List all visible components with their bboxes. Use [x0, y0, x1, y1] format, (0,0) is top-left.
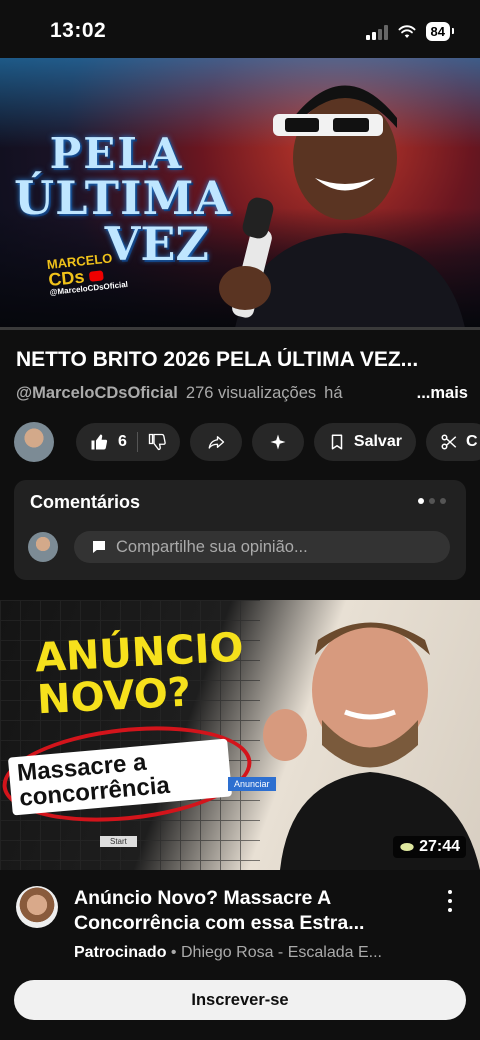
video-duration: 27:44	[393, 836, 466, 858]
wifi-icon	[398, 24, 416, 38]
view-count: 276 visualizações	[185, 384, 317, 402]
ad-thumbnail-button: Anunciar	[228, 777, 276, 791]
clock: 13:02	[50, 19, 107, 42]
battery-indicator: 84	[425, 22, 455, 41]
comments-pager-dots	[418, 498, 446, 504]
status-bar: 13:02 84	[0, 0, 480, 58]
comment-input[interactable]: Compartilhe sua opinião...	[74, 531, 450, 563]
action-row: 6 Salvar C	[14, 422, 480, 462]
ad-title[interactable]: Anúncio Novo? Massacre A Concorrência co…	[74, 886, 414, 937]
comments-heading: Comentários	[30, 492, 141, 512]
save-label: Salvar	[353, 433, 402, 450]
video-meta[interactable]: @MarceloCDsOficial 276 visualizações há …	[16, 384, 468, 403]
more-options-icon[interactable]	[446, 890, 454, 912]
status-icons: 84	[365, 22, 455, 41]
advertiser-avatar[interactable]	[16, 886, 58, 928]
art-line-2: ÚLTIMA	[14, 171, 232, 225]
meta-separator: •	[170, 944, 177, 961]
ad-info-row[interactable]: Anúncio Novo? Massacre A Concorrência co…	[0, 880, 480, 976]
advertiser-name: Dhiego Rosa - Escalada E...	[180, 944, 382, 961]
video-title[interactable]: NETTO BRITO 2026 PELA ÚLTIMA VEZ...	[16, 348, 468, 372]
ad-headline: ANÚNCIO NOVO?	[34, 625, 247, 724]
user-avatar	[28, 532, 58, 562]
comment-placeholder: Compartilhe sua opinião...	[116, 537, 308, 556]
sponsored-label: Patrocinado	[74, 944, 167, 961]
offline-download-icon	[400, 843, 414, 851]
thumbs-up-icon[interactable]	[90, 433, 108, 451]
ad-start-button-graphic: Start	[100, 836, 137, 847]
channel-handle[interactable]: @MarceloCDsOficial	[16, 384, 178, 403]
clip-button[interactable]: C	[425, 423, 480, 461]
art-line-1: PELA	[49, 129, 184, 178]
channel-avatar[interactable]	[14, 422, 54, 462]
cellular-signal-icon	[365, 24, 388, 40]
save-button[interactable]: Salvar	[313, 423, 416, 461]
like-count: 6	[118, 433, 127, 450]
ask-ai-button[interactable]	[251, 423, 304, 461]
subscribe-button[interactable]: Inscrever-se	[14, 980, 466, 1020]
video-progress-bar[interactable]	[0, 327, 480, 330]
ad-presenter-image	[263, 622, 480, 870]
channel-logo: MARCELO CDs @MarceloCDsOficial	[46, 250, 128, 297]
ad-meta: Patrocinado • Dhiego Rosa - Escalada E..…	[74, 944, 434, 962]
duration-text: 27:44	[419, 838, 460, 855]
speech-bubble-icon	[93, 541, 105, 553]
comments-panel[interactable]: Comentários Compartilhe sua opinião...	[14, 480, 466, 580]
like-dislike-button[interactable]: 6	[76, 423, 180, 461]
share-button[interactable]	[189, 423, 242, 461]
sparkle-icon	[270, 434, 286, 450]
bookmark-icon	[331, 434, 343, 450]
divider	[136, 432, 138, 452]
scissors-icon	[441, 434, 457, 450]
clip-label: C	[465, 433, 478, 450]
ad-thumbnail[interactable]: ANÚNCIO NOVO? Massacre a concorrência An…	[0, 600, 480, 870]
video-player[interactable]: PELA ÚLTIMA VEZ MARCELO CDs @MarceloCDsO…	[0, 58, 480, 328]
thumbs-down-icon[interactable]	[148, 433, 166, 451]
share-icon	[208, 436, 225, 449]
upload-age: há	[324, 384, 343, 402]
singer-image	[219, 85, 465, 328]
more-description-link[interactable]: ...mais	[417, 384, 468, 403]
thumbnail-title-art: PELA ÚLTIMA VEZ	[14, 129, 232, 268]
